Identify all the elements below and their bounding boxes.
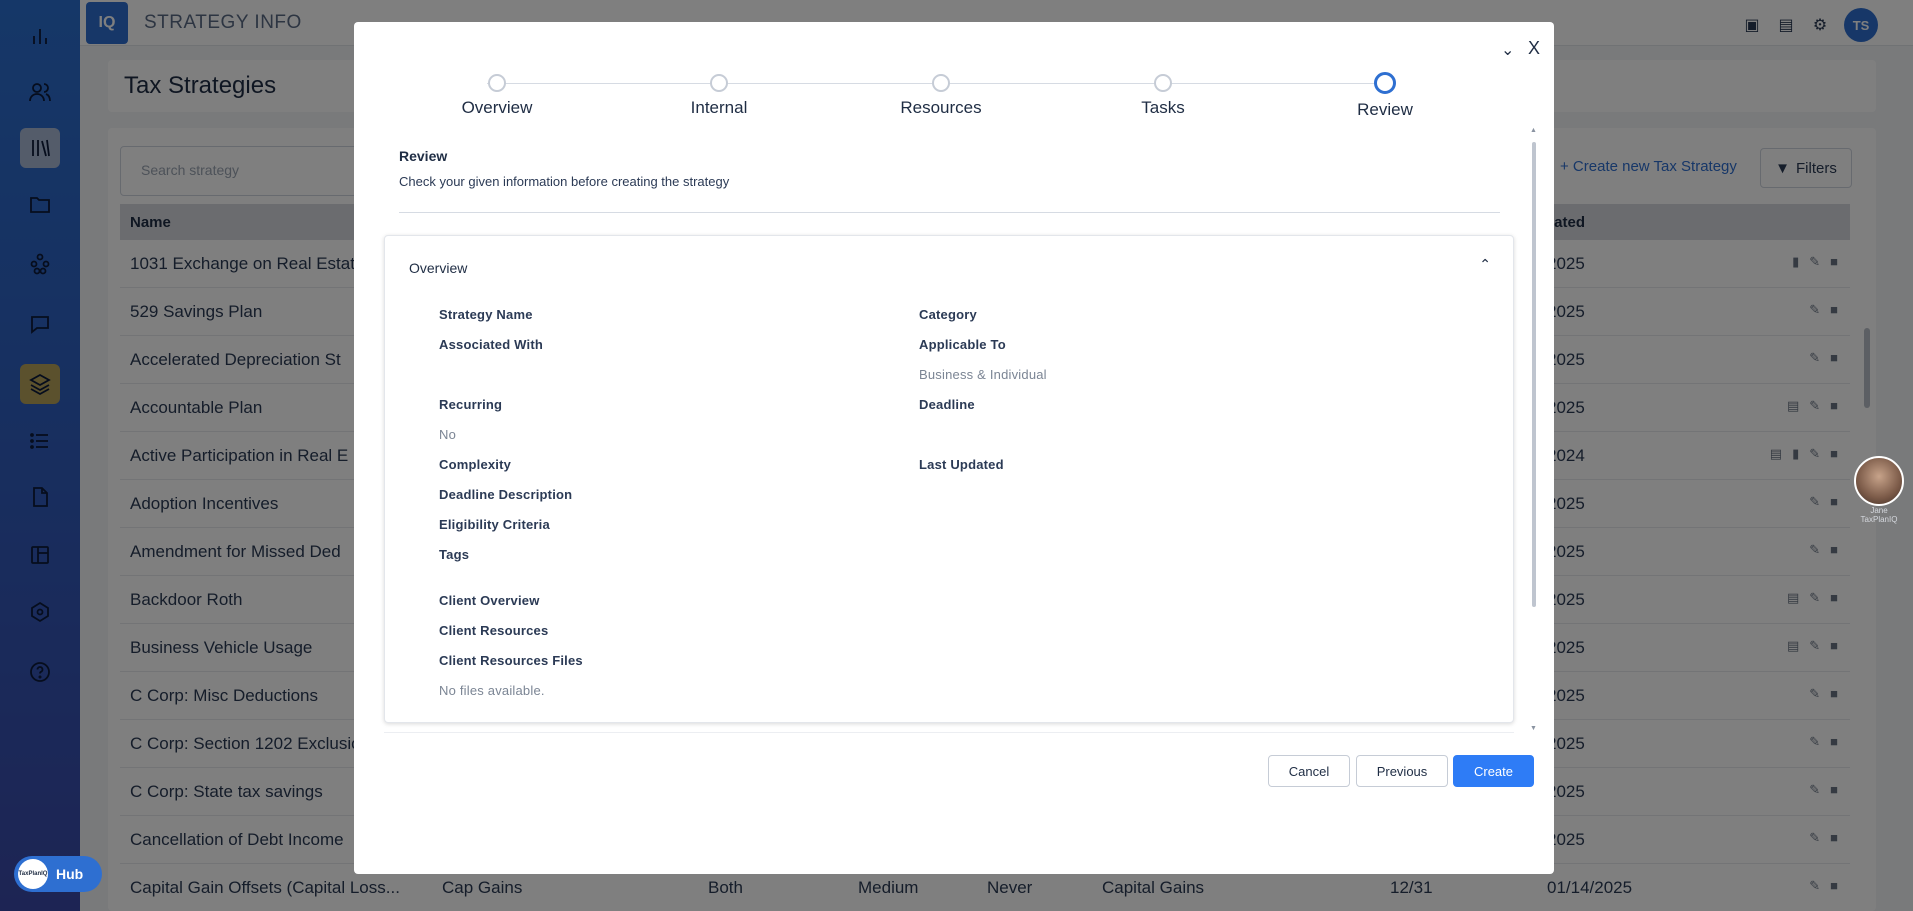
section-title[interactable]: Overview [409, 260, 467, 276]
field-applicable-to: Applicable To [919, 337, 1006, 352]
review-subtitle: Check your given information before crea… [399, 174, 730, 189]
create-strategy-modal: ⌄ X Overview Internal Resources Tasks Re… [354, 22, 1554, 874]
field-category: Category [919, 307, 977, 322]
review-title: Review [399, 148, 448, 164]
value-no-files: No files available. [439, 683, 545, 698]
field-deadline-description: Deadline Description [439, 487, 573, 502]
overview-section: Overview ⌃ Strategy Name Category Associ… [384, 235, 1514, 723]
create-button[interactable]: Create [1453, 755, 1534, 787]
step-dot [1154, 74, 1172, 92]
assistant-label: Jane TaxPlanIQ [1860, 506, 1898, 524]
step-label: Review [1357, 100, 1413, 119]
previous-button[interactable]: Previous [1356, 755, 1448, 787]
chevron-up-icon[interactable]: ⌃ [1479, 256, 1491, 273]
step-internal[interactable]: Internal [639, 74, 799, 118]
scroll-down-icon[interactable]: ▼ [1530, 725, 1537, 732]
field-client-resources-files: Client Resources Files [439, 653, 583, 668]
scroll-thumb[interactable] [1532, 142, 1536, 607]
field-eligibility-criteria: Eligibility Criteria [439, 517, 550, 532]
next-section-edge [384, 732, 1514, 740]
field-strategy-name: Strategy Name [439, 307, 533, 322]
field-complexity: Complexity [439, 457, 512, 472]
assistant-avatar[interactable] [1854, 456, 1904, 506]
hub-button[interactable]: TaxPlanIQ Hub [14, 856, 102, 892]
scroll-up-icon[interactable]: ▲ [1530, 127, 1537, 134]
step-overview[interactable]: Overview [417, 74, 577, 118]
field-recurring: Recurring [439, 397, 503, 412]
step-tasks[interactable]: Tasks [1083, 74, 1243, 118]
step-dot [932, 74, 950, 92]
step-label: Internal [690, 98, 748, 117]
collapse-icon[interactable]: ⌄ [1501, 40, 1514, 60]
divider [399, 212, 1500, 213]
step-dot [488, 74, 506, 92]
step-resources[interactable]: Resources [861, 74, 1021, 118]
step-label: Overview [461, 98, 533, 117]
step-review[interactable]: Review [1305, 72, 1465, 120]
value-recurring: No [439, 427, 457, 442]
step-dot [710, 74, 728, 92]
field-associated-with: Associated With [439, 337, 544, 352]
field-tags: Tags [439, 547, 470, 562]
close-button[interactable]: X [1528, 38, 1540, 59]
modal-scrollbar[interactable]: ▲ ▼ [1530, 127, 1538, 737]
step-label: Tasks [1141, 98, 1185, 117]
step-dot-current [1374, 72, 1396, 94]
hub-logo: TaxPlanIQ [18, 859, 48, 889]
cancel-button[interactable]: Cancel [1268, 755, 1350, 787]
hub-label: Hub [56, 866, 84, 882]
value-applicable-to: Business & Individual [919, 367, 1047, 382]
field-client-resources: Client Resources [439, 623, 549, 638]
step-label: Resources [900, 98, 982, 117]
field-deadline: Deadline [919, 397, 975, 412]
field-client-overview: Client Overview [439, 593, 540, 608]
field-last-updated: Last Updated [919, 457, 1004, 472]
